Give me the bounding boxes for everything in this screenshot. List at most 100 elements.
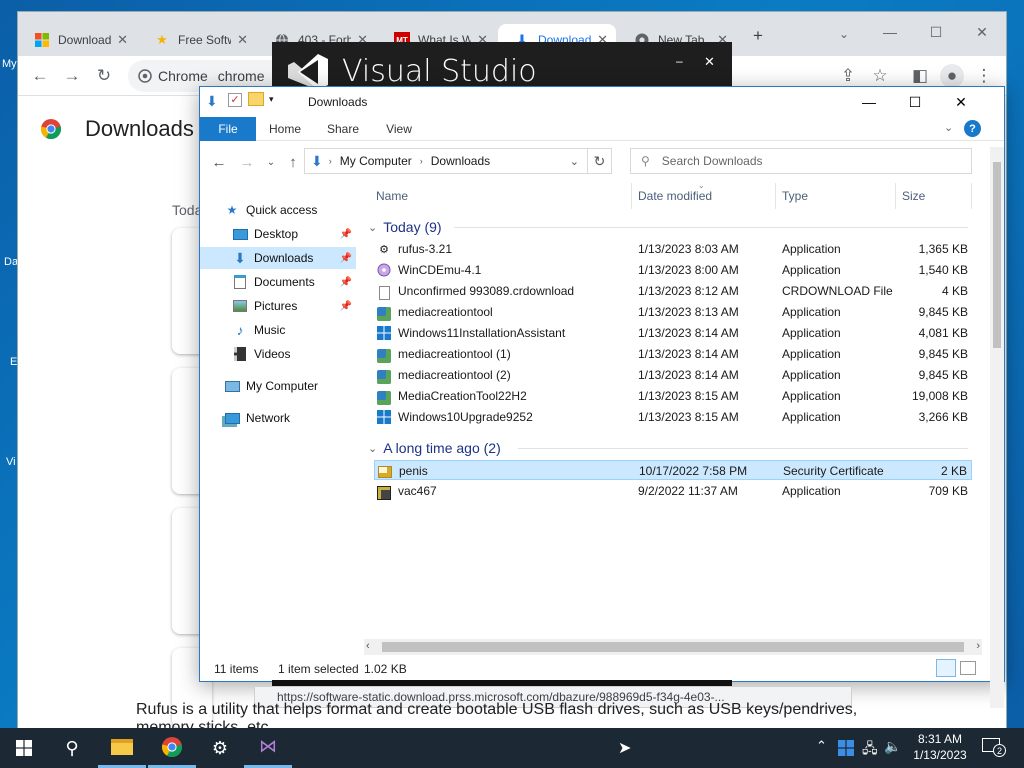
file-row[interactable]: Unconfirmed 993089.crdownload 1/13/2023 … (374, 281, 972, 301)
ribbon-tab-share[interactable]: Share (320, 117, 366, 141)
chevron-down-icon[interactable]: ⌄ (944, 121, 953, 134)
breadcrumb-item[interactable]: My Computer (340, 154, 412, 168)
chevron-down-icon[interactable]: ⌄ (570, 155, 579, 168)
address-bar[interactable]: ⬇ › My Computer › Downloads ⌄ (304, 148, 588, 174)
column-header-type[interactable]: Type (780, 183, 896, 209)
folder-icon[interactable] (248, 92, 264, 106)
file-name: MediaCreationTool22H2 (398, 389, 527, 403)
nav-item-downloads[interactable]: ⬇ Downloads 📌 (200, 247, 356, 269)
file-explorer-taskbar-icon[interactable] (98, 728, 146, 768)
browser-tab[interactable]: Download ✕ (18, 24, 136, 56)
column-header-size[interactable]: Size (900, 183, 972, 209)
search-input[interactable]: ⚲ Search Downloads (630, 148, 972, 174)
nav-item-music[interactable]: ♪ Music (200, 319, 356, 341)
scroll-right-icon[interactable]: › (976, 640, 980, 652)
search-icon[interactable]: ⚲ (48, 728, 96, 768)
nav-item-quick-access[interactable]: ★ Quick access (200, 199, 356, 221)
column-header-name[interactable]: Name (376, 183, 632, 209)
file-row[interactable]: mediacreationtool (2) 1/13/2023 8:14 AM … (374, 365, 972, 385)
scrollbar-thumb[interactable] (382, 642, 964, 652)
file-row[interactable]: MediaCreationTool22H2 1/13/2023 8:15 AM … (374, 386, 972, 406)
minimize-button[interactable]: — (846, 87, 892, 117)
close-window-button[interactable]: ✕ (938, 87, 984, 117)
close-icon[interactable]: ✕ (704, 54, 715, 70)
nav-item-my-computer[interactable]: My Computer (200, 375, 356, 397)
ribbon-tab-home[interactable]: Home (262, 117, 308, 141)
volume-icon[interactable]: 🔈 (884, 738, 901, 755)
group-header[interactable]: ⌄ Today (9) (368, 217, 968, 237)
forward-button[interactable]: → (60, 64, 84, 88)
network-tray-icon[interactable]: 🖧 (862, 738, 878, 762)
file-row-selected[interactable]: penis 10/17/2022 7:58 PM Security Certif… (374, 460, 972, 480)
column-label: Name (376, 189, 409, 203)
pin-icon[interactable]: 📌 (340, 253, 352, 264)
details-view-icon[interactable] (936, 659, 956, 677)
side-panel-icon[interactable]: ◧ (908, 64, 932, 88)
scroll-left-icon[interactable]: ‹ (366, 640, 370, 652)
pin-icon[interactable]: 📌 (340, 229, 352, 240)
recent-locations-icon[interactable]: ⌄ (262, 153, 280, 171)
settings-gear-icon[interactable]: ⚙ (196, 728, 244, 768)
windows-security-icon[interactable] (838, 740, 854, 756)
page-scrollbar[interactable] (990, 150, 1004, 708)
file-row[interactable]: mediacreationtool 1/13/2023 8:13 AM Appl… (374, 302, 972, 322)
back-arrow-icon[interactable]: ← (210, 153, 228, 171)
desktop-icon-label[interactable]: My (2, 58, 17, 70)
desktop-icon-label[interactable]: E (10, 356, 17, 368)
nav-item-desktop[interactable]: Desktop 📌 (200, 223, 356, 245)
nav-item-documents[interactable]: Documents 📌 (200, 271, 356, 293)
nav-item-videos[interactable]: Videos (200, 343, 356, 365)
share-icon[interactable]: ⇪ (836, 64, 860, 88)
chrome-taskbar-icon[interactable] (148, 728, 196, 768)
refresh-button[interactable]: ↻ (588, 148, 612, 174)
profile-avatar[interactable]: ● (940, 64, 964, 88)
minimize-button[interactable]: — (878, 20, 902, 44)
clock[interactable]: 8:31 AM 1/13/2023 (912, 731, 968, 763)
file-row[interactable]: Windows10Upgrade9252 1/13/2023 8:15 AM A… (374, 407, 972, 427)
download-arrow-icon[interactable]: ⬇ (206, 93, 218, 110)
quick-access-dropdown-icon[interactable]: ▾ (269, 94, 274, 105)
bookmark-star-icon[interactable]: ☆ (868, 64, 892, 88)
breadcrumb-item[interactable]: Downloads (431, 154, 490, 168)
file-row[interactable]: Windows11InstallationAssistant 1/13/2023… (374, 323, 972, 343)
nav-item-network[interactable]: Network (200, 407, 356, 429)
group-label: A long time ago (2) (383, 440, 501, 456)
properties-icon[interactable]: ✓ (228, 93, 242, 107)
forward-arrow-icon[interactable]: → (238, 153, 256, 171)
ribbon-tab-file[interactable]: File (200, 117, 256, 141)
start-button[interactable] (0, 728, 48, 768)
maximize-button[interactable]: ☐ (892, 87, 938, 117)
chevron-up-icon[interactable]: ⌃ (816, 738, 827, 754)
horizontal-scrollbar[interactable]: ‹ › (364, 639, 982, 655)
file-row[interactable]: vac467 9/2/2022 11:37 AM Application 709… (374, 481, 972, 501)
desktop-icon-label[interactable]: Vi (6, 456, 16, 468)
pin-icon[interactable]: 📌 (340, 277, 352, 288)
minimize-button[interactable]: – (676, 54, 683, 68)
ribbon-tab-view[interactable]: View (376, 117, 422, 141)
file-row[interactable]: ⚙ rufus-3.21 1/13/2023 8:03 AM Applicati… (374, 239, 972, 259)
notification-center-icon[interactable]: 2 (982, 736, 1006, 758)
maximize-button[interactable]: ☐ (924, 20, 948, 44)
up-arrow-icon[interactable]: ↑ (284, 153, 302, 171)
large-icons-view-icon[interactable] (960, 661, 976, 675)
nav-item-pictures[interactable]: Pictures 📌 (200, 295, 356, 317)
pin-icon[interactable]: 📌 (340, 301, 352, 312)
chevron-down-icon[interactable]: ⌄ (832, 22, 856, 46)
close-icon[interactable]: ✕ (237, 32, 248, 48)
scrollbar-thumb[interactable] (993, 162, 1001, 348)
browser-tab[interactable]: ★ Free Softw ✕ (138, 24, 256, 56)
close-window-button[interactable]: ✕ (970, 20, 994, 44)
group-header[interactable]: ⌄ A long time ago (2) (368, 438, 968, 458)
desktop-icon-label[interactable]: Da (4, 256, 18, 268)
menu-kebab-icon[interactable]: ⋮ (972, 64, 996, 88)
close-icon[interactable]: ✕ (117, 32, 128, 48)
new-tab-button[interactable]: + (746, 24, 770, 48)
reload-button[interactable]: ↻ (92, 64, 116, 88)
visual-studio-taskbar-icon[interactable]: ⋈ (244, 728, 292, 768)
back-button[interactable]: ← (28, 64, 52, 88)
file-row[interactable]: mediacreationtool (1) 1/13/2023 8:14 AM … (374, 344, 972, 364)
help-icon[interactable]: ? (964, 120, 981, 137)
file-row[interactable]: WinCDEmu-4.1 1/13/2023 8:00 AM Applicati… (374, 260, 972, 280)
file-name: rufus-3.21 (398, 242, 453, 256)
column-header-date[interactable]: Date modified ⌄ (636, 181, 776, 209)
